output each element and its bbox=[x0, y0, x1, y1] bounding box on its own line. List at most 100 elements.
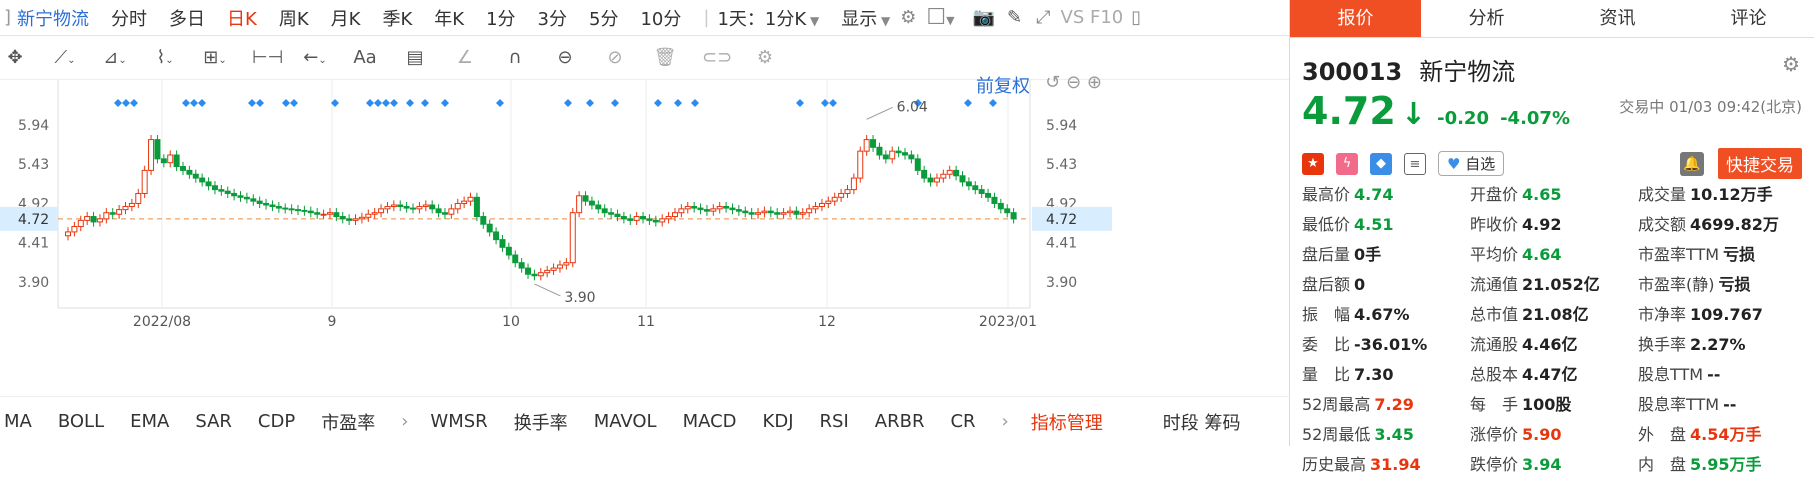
reset-icon[interactable]: ↺ bbox=[1045, 72, 1060, 93]
indicator-11[interactable]: KDJ bbox=[763, 411, 794, 432]
indicator-13[interactable]: ARBR bbox=[875, 411, 925, 432]
quote-label: 股息率TTM bbox=[1638, 395, 1720, 414]
quote-value: 109.767 bbox=[1690, 305, 1763, 324]
tab-5min[interactable]: 5分 bbox=[589, 5, 618, 31]
indicator-7[interactable]: WMSR bbox=[430, 411, 487, 432]
range-tool-icon[interactable]: ⊢⊣ bbox=[252, 47, 283, 68]
tab-1min[interactable]: 1分 bbox=[486, 5, 515, 31]
fib-tool-icon[interactable]: ⊞⌄ bbox=[202, 47, 228, 68]
quote-label: 总股本 bbox=[1470, 365, 1519, 384]
indicator-5[interactable]: 市盈率 bbox=[321, 409, 375, 435]
quote-cell: 量 比 7.30 bbox=[1302, 361, 1470, 385]
square-icon[interactable]: ☐▼ bbox=[926, 5, 954, 30]
indicator-12[interactable]: RSI bbox=[820, 411, 849, 432]
stock-name-link[interactable]: 新宁物流 bbox=[17, 5, 89, 31]
quote-label: 跌停价 bbox=[1470, 455, 1519, 474]
quote-label: 量 比 bbox=[1302, 365, 1351, 384]
quote-value: 3.94 bbox=[1522, 455, 1562, 474]
link-icon[interactable]: ⊂⊃ bbox=[702, 47, 732, 68]
x-tick: 9 bbox=[328, 314, 337, 330]
indicator-15[interactable]: › bbox=[1002, 411, 1009, 432]
bell-icon[interactable]: 🔔 bbox=[1680, 151, 1704, 176]
indicator-9[interactable]: MAVOL bbox=[594, 411, 657, 432]
indicator-8[interactable]: 换手率 bbox=[514, 409, 568, 435]
indicator-4[interactable]: CDP bbox=[258, 411, 295, 432]
add-favorite-button[interactable]: ♥ 自选 bbox=[1438, 151, 1505, 176]
comment-icon[interactable]: ▤ bbox=[402, 47, 428, 68]
camera-icon[interactable]: 📷 bbox=[973, 7, 995, 28]
event-marker-icon bbox=[130, 99, 138, 107]
zoom-out-icon[interactable]: ⊖ bbox=[1066, 72, 1081, 93]
arrow-tool-icon[interactable]: ←⌄ bbox=[302, 47, 328, 68]
quote-row: 最低价 4.51 昨收价 4.92 成交额 4699.82万 bbox=[1302, 208, 1807, 238]
indicator-0[interactable]: MA bbox=[4, 411, 32, 432]
quote-cell: 流通值 21.052亿 bbox=[1470, 271, 1638, 295]
trash-icon[interactable]: 🗑 bbox=[652, 47, 678, 68]
line-tool-icon[interactable]: ⟋⌄ bbox=[52, 47, 78, 68]
candle-body bbox=[160, 158, 167, 164]
pencil-icon[interactable]: ✎ bbox=[1007, 7, 1022, 28]
tab-multiday[interactable]: 多日 bbox=[169, 5, 205, 31]
quote-value: 0手 bbox=[1354, 245, 1382, 264]
quick-trade-button[interactable]: 快捷交易 bbox=[1718, 148, 1802, 179]
tab-news[interactable]: 资讯 bbox=[1552, 0, 1683, 37]
indicator-16[interactable]: 指标管理 bbox=[1031, 409, 1103, 435]
settings-icon[interactable]: ⚙ bbox=[900, 7, 916, 28]
candle-body bbox=[154, 139, 161, 160]
quote-icons: ★ ϟ ◆ ≡ ♥ 自选 🔔 快捷交易 bbox=[1290, 145, 1814, 182]
candle-body bbox=[748, 212, 755, 215]
kline-chart[interactable]: 前复权 ↺ ⊖ ⊕ 5.94 5.94 5.43 5.43 4.92 4.92 4.41 4.… bbox=[0, 72, 1290, 396]
tab-quote[interactable]: 报价 bbox=[1290, 0, 1421, 37]
quote-label: 涨停价 bbox=[1470, 425, 1519, 444]
candle-body bbox=[716, 206, 723, 210]
restore-rights-link[interactable]: 前复权 bbox=[976, 72, 1030, 98]
candle-body bbox=[665, 216, 672, 220]
zoom-in-icon[interactable]: ⊕ bbox=[1087, 72, 1102, 93]
quote-value: 4.74 bbox=[1354, 185, 1394, 204]
sidebar-toggle-icon[interactable]: ▯ bbox=[1131, 7, 1141, 28]
tab-yearly-k[interactable]: 年K bbox=[434, 5, 464, 31]
tab-analysis[interactable]: 分析 bbox=[1421, 0, 1552, 37]
indicator-3[interactable]: SAR bbox=[195, 411, 232, 432]
candle-body bbox=[173, 154, 180, 168]
vs-f10-button[interactable]: VS F10 bbox=[1061, 7, 1124, 28]
text-tool-icon[interactable]: Aa bbox=[352, 47, 378, 68]
indicator-14[interactable]: CR bbox=[950, 411, 975, 432]
indicator-2[interactable]: EMA bbox=[130, 411, 169, 432]
tab-intraday[interactable]: 分时 bbox=[111, 5, 147, 31]
quote-label: 流通股 bbox=[1470, 335, 1519, 354]
tab-daily-k[interactable]: 日K bbox=[227, 5, 257, 31]
candle-body bbox=[441, 212, 448, 215]
indicator-10[interactable]: MACD bbox=[683, 411, 737, 432]
indicator-6[interactable]: › bbox=[401, 411, 408, 432]
wave-tool-icon[interactable]: ⌇⌄ bbox=[152, 47, 178, 68]
hide-icon[interactable]: ⊘ bbox=[602, 47, 628, 68]
settings-icon[interactable]: ⚙ bbox=[1782, 52, 1800, 76]
high-leader bbox=[866, 106, 893, 120]
channel-tool-icon[interactable]: ⊿⌄ bbox=[102, 47, 128, 68]
tab-comments[interactable]: 评论 bbox=[1683, 0, 1814, 37]
magnet-icon[interactable]: ∩ bbox=[502, 47, 528, 68]
candle-body bbox=[103, 212, 110, 220]
gear-icon[interactable]: ⚙ bbox=[752, 47, 778, 68]
candle-body bbox=[544, 269, 551, 274]
indicator-17[interactable]: 时段 筹码 bbox=[1163, 409, 1241, 435]
period-select[interactable]: 1天：1分K ▼ bbox=[717, 5, 819, 31]
tab-monthly-k[interactable]: 月K bbox=[331, 5, 361, 31]
tab-weekly-k[interactable]: 周K bbox=[279, 5, 309, 31]
fullscreen-icon[interactable]: ⤢ bbox=[1036, 7, 1050, 28]
angle-icon[interactable]: ∠ bbox=[452, 47, 478, 68]
tab-quarterly-k[interactable]: 季K bbox=[382, 5, 412, 31]
tab-3min[interactable]: 3分 bbox=[538, 5, 567, 31]
candle-body bbox=[435, 208, 442, 214]
move-icon[interactable]: ✥ bbox=[2, 47, 28, 68]
event-marker-icon bbox=[256, 99, 264, 107]
quote-value: 4.54万手 bbox=[1690, 425, 1762, 444]
candle-body bbox=[199, 177, 206, 183]
tab-10min[interactable]: 10分 bbox=[640, 5, 681, 31]
indicator-1[interactable]: BOLL bbox=[58, 411, 104, 432]
candle-body bbox=[691, 206, 698, 209]
candle-body bbox=[371, 212, 378, 215]
visibility-icon[interactable]: ⊖ bbox=[552, 47, 578, 68]
display-menu[interactable]: 显示 ▼ bbox=[841, 5, 890, 31]
